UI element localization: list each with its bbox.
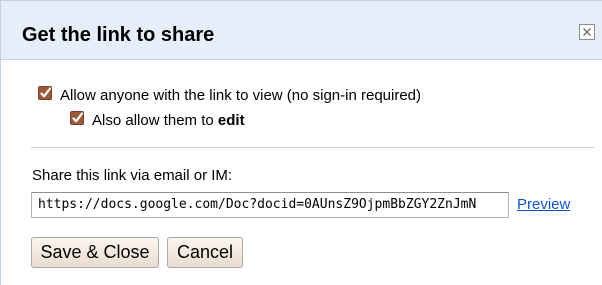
dialog-titlebar: Get the link to share bbox=[1, 1, 602, 60]
dialog-title: Get the link to share bbox=[22, 24, 215, 46]
save-close-button[interactable]: Save & Close bbox=[31, 237, 159, 268]
cancel-button[interactable]: Cancel bbox=[167, 237, 243, 268]
checkmark-icon bbox=[40, 87, 51, 98]
checkmark-icon bbox=[72, 112, 83, 123]
section-divider bbox=[31, 147, 594, 148]
allow-edit-label-emphasis: edit bbox=[217, 112, 245, 129]
allow-edit-checkbox[interactable] bbox=[70, 111, 84, 125]
allow-view-checkbox[interactable] bbox=[38, 86, 52, 100]
preview-link[interactable]: Preview bbox=[517, 196, 570, 214]
share-link-field[interactable]: https://docs.google.com/Doc?docid=0AUnsZ… bbox=[31, 192, 509, 218]
share-link-label: Share this link via email or IM: bbox=[32, 167, 233, 184]
allow-edit-label-prefix: Also allow them to bbox=[92, 112, 218, 129]
share-link-dialog: Get the link to share Allow anyone with … bbox=[0, 0, 602, 285]
allow-edit-label: Also allow them to edit bbox=[92, 112, 245, 130]
close-button[interactable] bbox=[579, 24, 595, 40]
allow-view-label: Allow anyone with the link to view (no s… bbox=[60, 87, 422, 104]
close-x-icon bbox=[583, 28, 591, 36]
